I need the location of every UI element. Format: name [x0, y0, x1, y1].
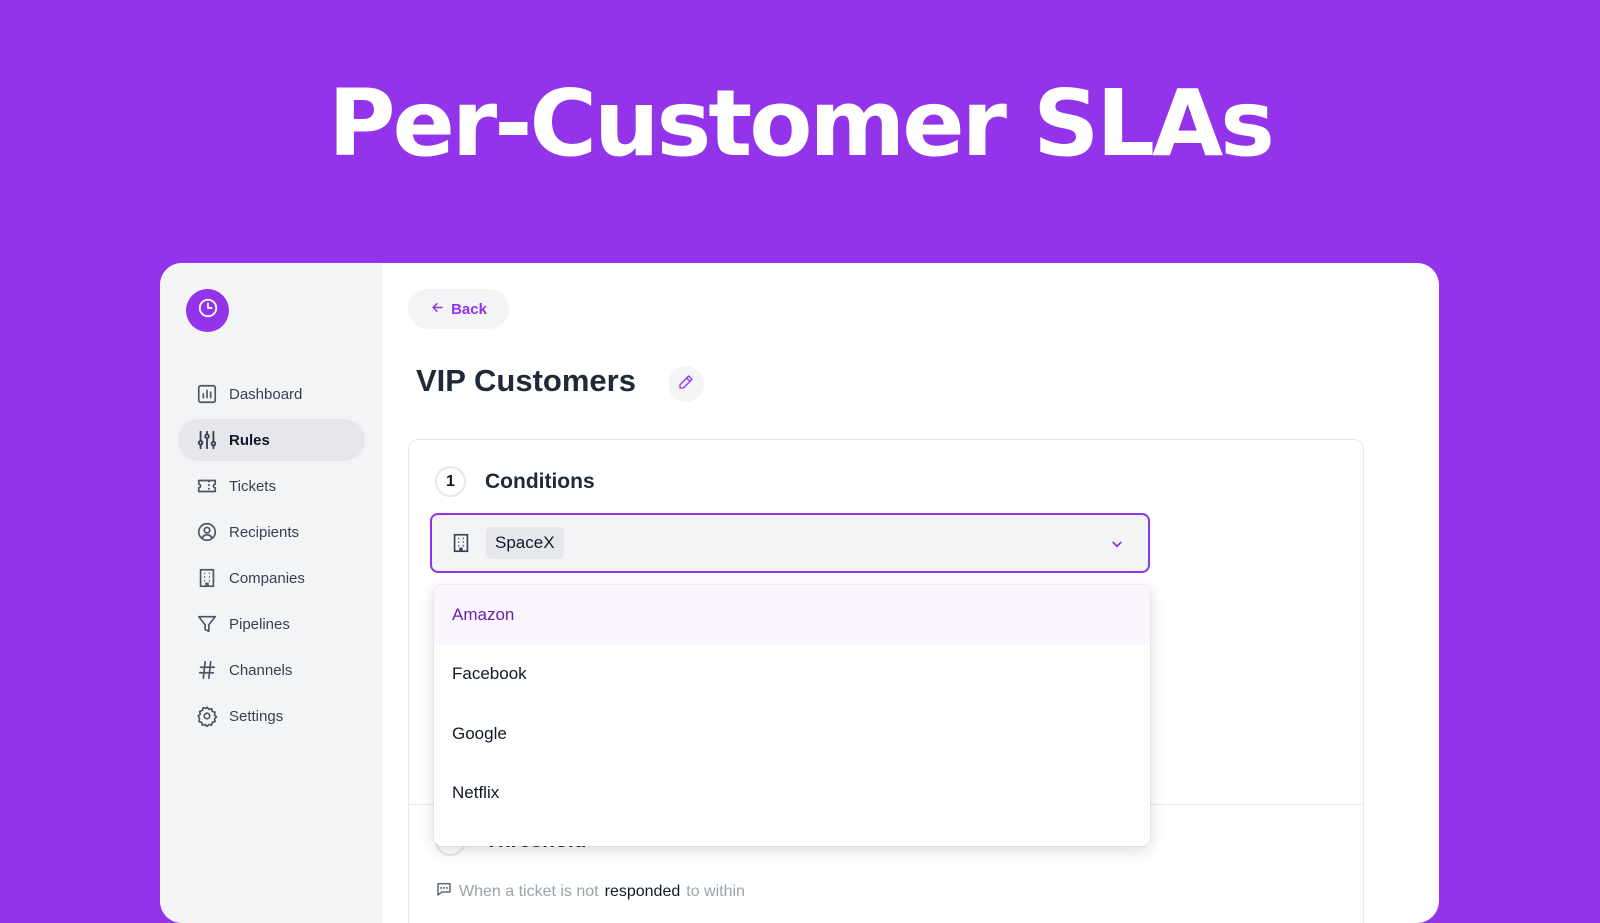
sidebar-item-label: Channels [229, 661, 293, 679]
threshold-desc-strong[interactable]: responded [605, 883, 681, 901]
company-dropdown-menu: Amazon Facebook Google Netflix [434, 585, 1150, 846]
sidebar-item-companies[interactable]: Companies [178, 557, 365, 599]
gear-icon [195, 704, 219, 728]
pencil-icon [678, 374, 694, 395]
hero-title: Per-Customer SLAs [328, 70, 1275, 177]
sidebar-item-recipients[interactable]: Recipients [178, 511, 365, 553]
sidebar-item-label: Companies [229, 569, 305, 587]
app-logo[interactable] [186, 289, 229, 332]
chevron-down-icon[interactable] [1108, 535, 1126, 553]
sliders-icon [195, 428, 219, 452]
dropdown-option-facebook[interactable]: Facebook [434, 645, 1150, 705]
funnel-icon [195, 612, 219, 636]
edit-title-button[interactable] [668, 366, 704, 402]
building-icon [195, 566, 219, 590]
sidebar-item-label: Rules [229, 431, 270, 449]
arrow-left-icon [430, 300, 445, 319]
building-icon [450, 531, 472, 555]
page-title: VIP Customers [416, 363, 636, 398]
conditions-title: Conditions [485, 470, 595, 493]
step-number-conditions: 1 [435, 466, 466, 497]
back-button-label: Back [451, 300, 487, 318]
back-button[interactable]: Back [408, 289, 509, 329]
threshold-desc-suffix: to within [686, 882, 745, 900]
sidebar-item-settings[interactable]: Settings [178, 695, 365, 737]
sidebar-item-channels[interactable]: Channels [178, 649, 365, 691]
dropdown-option-netflix[interactable]: Netflix [434, 764, 1150, 824]
chart-icon [195, 382, 219, 406]
selected-company-chip[interactable]: SpaceX [486, 527, 564, 559]
clock-icon [197, 297, 219, 324]
sidebar-item-label: Tickets [229, 477, 276, 495]
sidebar-item-label: Dashboard [229, 385, 303, 403]
company-select[interactable]: SpaceX [430, 513, 1150, 573]
user-circle-icon [195, 520, 219, 544]
sidebar-item-tickets[interactable]: Tickets [178, 465, 365, 507]
sidebar-item-rules[interactable]: Rules [178, 419, 365, 461]
hash-icon [195, 658, 219, 682]
sidebar: Dashboard Rules Tickets Recipients Compa [160, 263, 382, 923]
sidebar-item-label: Recipients [229, 523, 300, 541]
dropdown-option-amazon[interactable]: Amazon [434, 585, 1150, 645]
sidebar-item-pipelines[interactable]: Pipelines [178, 603, 365, 645]
threshold-desc-prefix: When a ticket is not [459, 882, 599, 900]
ticket-icon [195, 474, 219, 498]
sidebar-item-label: Settings [229, 707, 284, 725]
sidebar-item-label: Pipelines [229, 615, 290, 633]
sidebar-item-dashboard[interactable]: Dashboard [178, 373, 365, 415]
dropdown-option-google[interactable]: Google [434, 704, 1150, 764]
